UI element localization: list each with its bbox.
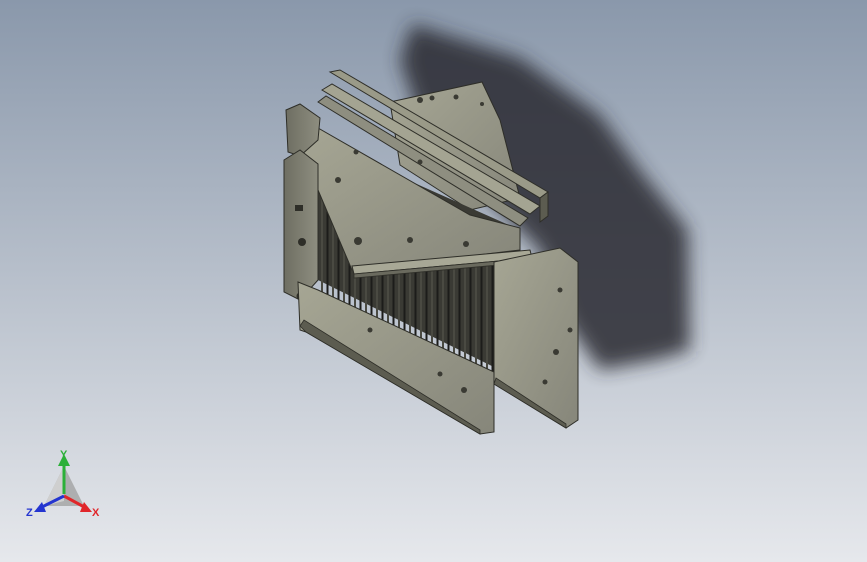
heatsink-assembly-model[interactable]: [0, 0, 867, 562]
x-axis-label: X: [92, 507, 100, 519]
left-side-bracket[interactable]: [283, 103, 321, 301]
view-orientation-triad[interactable]: Y X Z: [22, 446, 106, 526]
graphics-viewport[interactable]: Y X Z: [0, 0, 867, 562]
right-side-plate[interactable]: [493, 247, 579, 429]
z-axis-label: Z: [26, 507, 33, 519]
y-axis-label: Y: [60, 449, 68, 461]
